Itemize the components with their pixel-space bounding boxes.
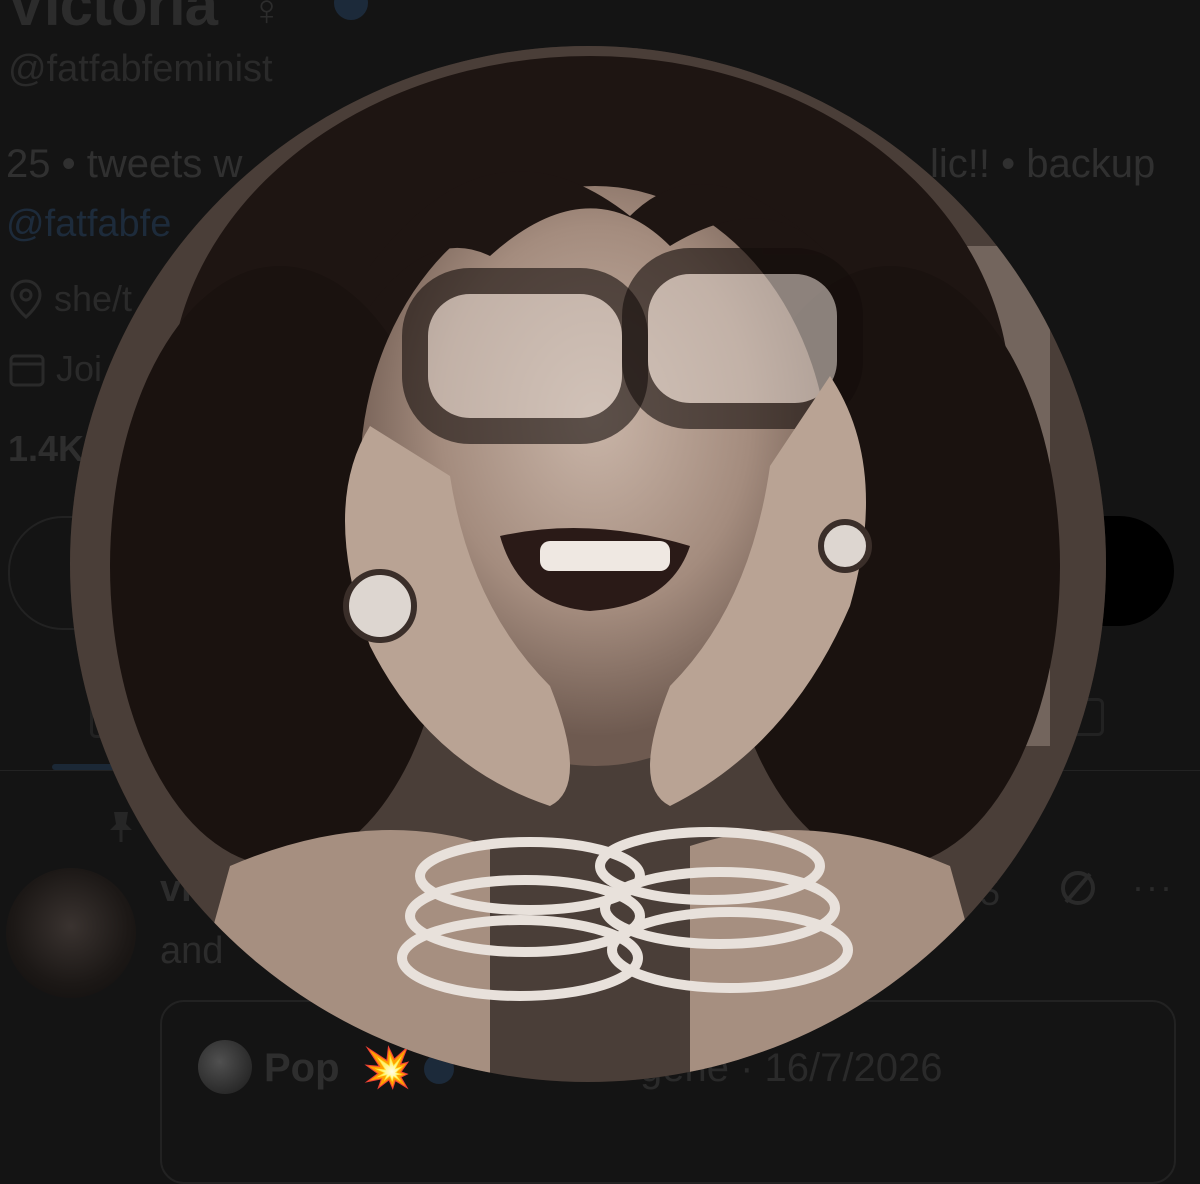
profile-handle: @fatfabfeminist bbox=[8, 48, 273, 90]
joined-row: Joi bbox=[8, 348, 102, 390]
pin-icon bbox=[106, 810, 136, 849]
quoted-author[interactable]: Pop bbox=[264, 1046, 340, 1091]
tweet-text: and bbox=[160, 930, 224, 972]
calendar-icon bbox=[8, 350, 46, 388]
slash-icon[interactable] bbox=[1058, 868, 1098, 913]
bio-text-right: lic!! • backup bbox=[930, 142, 1156, 186]
location-row: she/t bbox=[8, 278, 132, 320]
follow-stats[interactable]: 1.4K bbox=[8, 428, 84, 470]
profile-name: Victoria bbox=[6, 0, 218, 38]
tweet-avatar[interactable] bbox=[6, 868, 136, 998]
more-options-icon[interactable]: ··· bbox=[1132, 866, 1174, 908]
quoted-avatar[interactable] bbox=[198, 1040, 252, 1094]
gender-symbol: ♀ bbox=[250, 0, 283, 35]
joined-text: Joi bbox=[56, 348, 103, 389]
bio-text-left: 25 • tweets w bbox=[6, 142, 243, 186]
location-pin-icon bbox=[8, 279, 44, 319]
verified-badge-icon bbox=[334, 0, 368, 20]
enlarged-profile-photo bbox=[70, 46, 1106, 1082]
explosion-icon: 💥 bbox=[362, 1046, 412, 1090]
bio-link[interactable]: @fatfabfe bbox=[6, 203, 171, 246]
location-text: she/t bbox=[54, 278, 133, 319]
